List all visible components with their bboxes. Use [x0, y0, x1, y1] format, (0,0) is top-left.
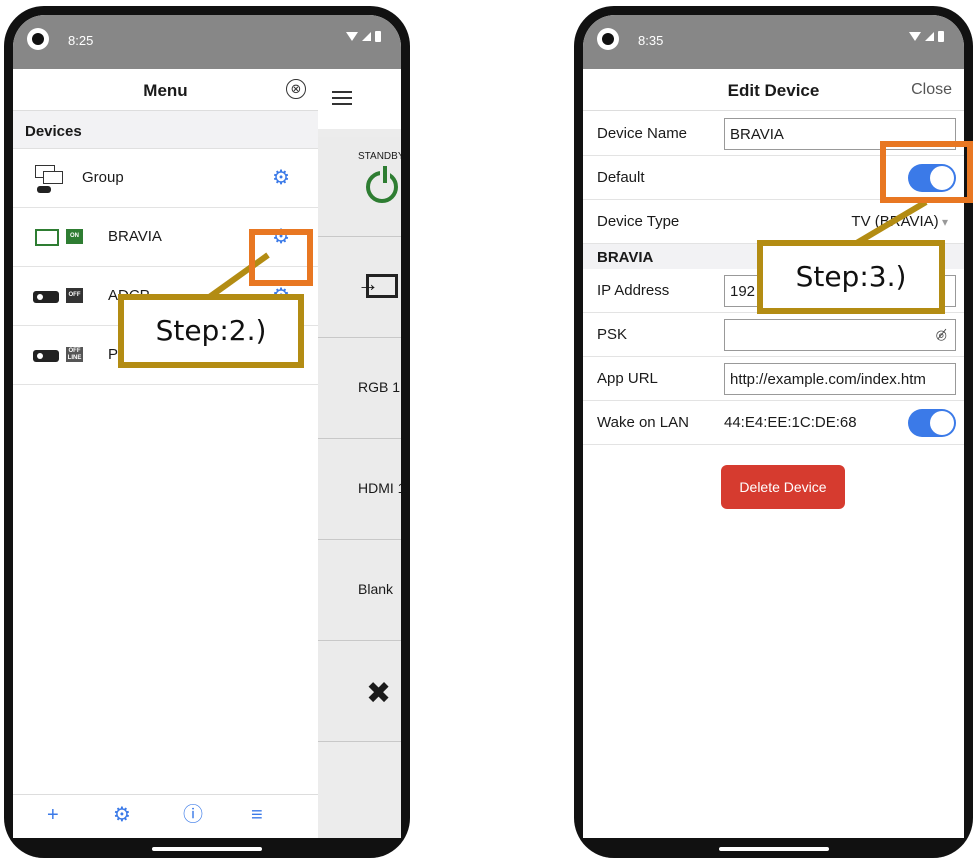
step2-highlight — [249, 229, 313, 286]
callout-connectors — [206, 199, 928, 301]
step3-connector — [853, 199, 928, 247]
step2-callout: Step:2.) — [118, 294, 304, 368]
step3-callout: Step:3.) — [757, 240, 945, 314]
step3-highlight — [880, 141, 973, 203]
